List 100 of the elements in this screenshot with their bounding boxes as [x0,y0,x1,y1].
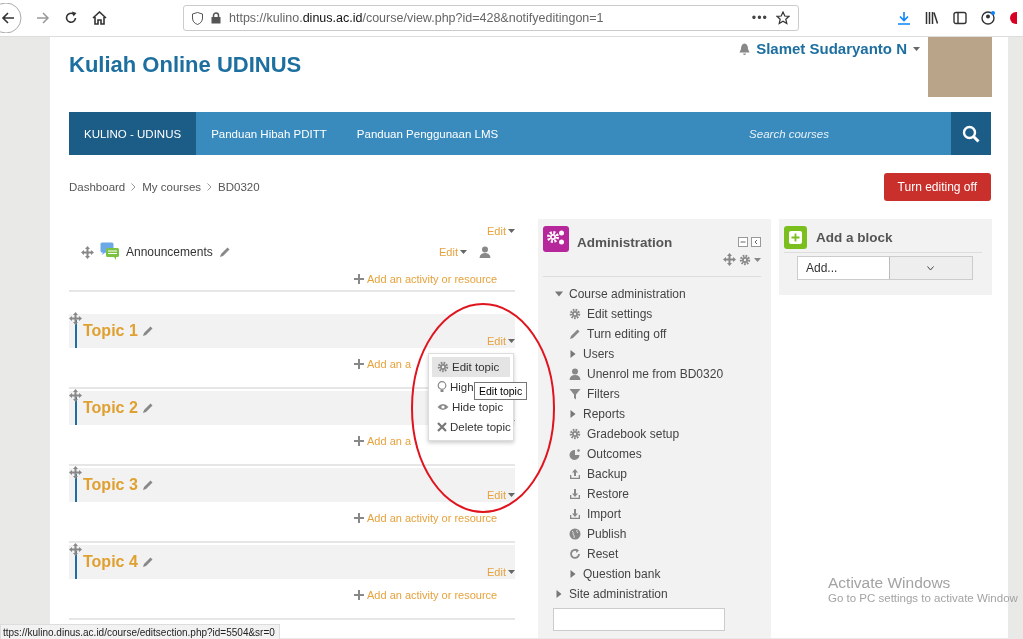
tree-item[interactable]: Site administration [569,587,668,601]
reload-icon[interactable] [64,11,78,25]
lightbulb-icon [437,381,447,393]
address-bar[interactable]: https://kulino.dinus.ac.id/course/view.php?id=428&notifyeditingon=1 ••• [183,5,799,31]
menu-item[interactable]: Delete topic [432,417,510,437]
move-icon [69,312,82,325]
tree-item[interactable]: Reset [587,547,619,561]
pie-icon [569,448,581,460]
menu-item[interactable]: Hide topic [432,397,510,417]
collapsed-triangle-icon[interactable] [569,570,577,578]
account-icon[interactable] [981,11,995,25]
site-title[interactable]: Kuliah Online UDINUS [69,52,740,78]
caret-icon [460,250,467,254]
plus-icon [354,513,364,523]
filter-icon [569,388,581,400]
tree-item[interactable]: Publish [587,527,627,541]
chevron-icon [131,183,137,191]
user-menu[interactable]: Slamet Sudaryanto N [756,40,907,57]
reset-icon [569,548,581,560]
home-icon[interactable] [92,11,107,25]
back-icon[interactable] [0,3,22,33]
gear-icon [437,361,449,373]
tree-item[interactable]: Import [587,507,621,521]
breadcrumb-link[interactable]: My courses [142,181,202,193]
move-icon [69,466,82,479]
tree-item[interactable]: Course administration [569,287,686,301]
bell-icon[interactable] [739,42,751,55]
nav-link[interactable]: Panduan Penggunaan LMS [341,112,514,155]
move-icon [69,389,82,402]
breadcrumb-link[interactable]: Dashboard [69,181,126,193]
page-actions-icon[interactable]: ••• [751,11,768,25]
pencil-icon [141,479,154,491]
eye-icon [437,403,449,411]
download-icon[interactable] [897,11,911,25]
tree-item[interactable]: Users [583,347,615,361]
tree-item[interactable]: Turn editing off [587,327,667,341]
tree-item[interactable]: Gradebook setup [587,427,680,441]
status-url: ttps://kulino.dinus.ac.id/course/editsection.php?id=5504&sr=0 [0,624,280,639]
activation-notice-title: Activate Windows [828,574,952,592]
chevron-down-icon [927,265,935,271]
tree-item[interactable]: Question bank [583,567,661,581]
sidebar-icon[interactable] [953,11,967,25]
caret-icon [508,570,515,574]
pencil-icon [569,328,581,340]
url-text: https://kulino.dinus.ac.id/course/view.php?id=428&notifyeditingon=1 [229,11,605,25]
caret-icon [754,257,761,262]
chevron-icon [207,183,213,191]
plus-icon [354,590,364,600]
tooltip: Edit topic [474,382,528,400]
library-icon[interactable] [925,11,939,25]
tree-item[interactable]: Filters [587,387,620,401]
move-icon [69,543,82,556]
gear-icon [569,308,581,320]
move-icon [81,245,94,259]
tree-item[interactable]: Outcomes [587,447,642,461]
collapsed-triangle-icon[interactable] [555,590,563,598]
block-title: Administration [577,235,674,250]
tree-item[interactable]: Restore [587,487,630,501]
star-icon[interactable] [776,11,790,25]
collapsed-triangle-icon[interactable] [569,350,577,358]
tree-item[interactable]: Edit settings [587,307,653,321]
upload-icon [569,468,581,480]
download-icon [569,508,581,520]
gear-icon [569,428,581,440]
minimize-icon[interactable] [738,237,748,247]
activity-link[interactable]: Announcements [126,245,213,259]
search-button[interactable] [951,112,991,155]
plus-icon [354,436,364,446]
pencil-icon [141,402,154,414]
close-icon [437,422,447,432]
block-title: Add a block [816,230,893,245]
expanded-triangle-icon[interactable] [555,290,563,298]
collapsed-triangle-icon[interactable] [569,410,577,418]
person-icon [479,246,491,258]
pencil-icon [218,246,231,258]
globe-icon [569,528,581,540]
breadcrumb-link[interactable]: BD0320 [218,181,260,193]
plus-icon [354,274,364,284]
caret-icon [508,493,515,497]
gear-icon [739,253,751,266]
dock-icon[interactable] [751,237,761,247]
menu-item[interactable]: Edit topic [432,357,510,377]
move-icon [723,253,736,266]
photo-placeholder [928,37,992,97]
search-icon [962,124,980,143]
nav-link[interactable]: Panduan Hibah PDITT [196,112,342,155]
tree-item[interactable]: Reports [583,407,626,421]
caret-icon [913,46,920,51]
tree-item[interactable]: Backup [587,467,628,481]
person-icon [569,368,581,380]
forward-icon[interactable] [36,12,50,24]
plus-icon [354,359,364,369]
turn-editing-off-button[interactable]: Turn editing off [883,173,991,201]
download-icon [569,488,581,500]
add-block-dropdown[interactable]: Add... [797,256,973,280]
forum-icon [100,242,120,262]
nav-link[interactable]: KULINO - UDINUS [69,112,197,155]
pencil-icon [141,325,154,337]
tree-item[interactable]: Unenrol me from BD0320 [587,367,724,381]
search-input-field[interactable] [553,608,725,631]
